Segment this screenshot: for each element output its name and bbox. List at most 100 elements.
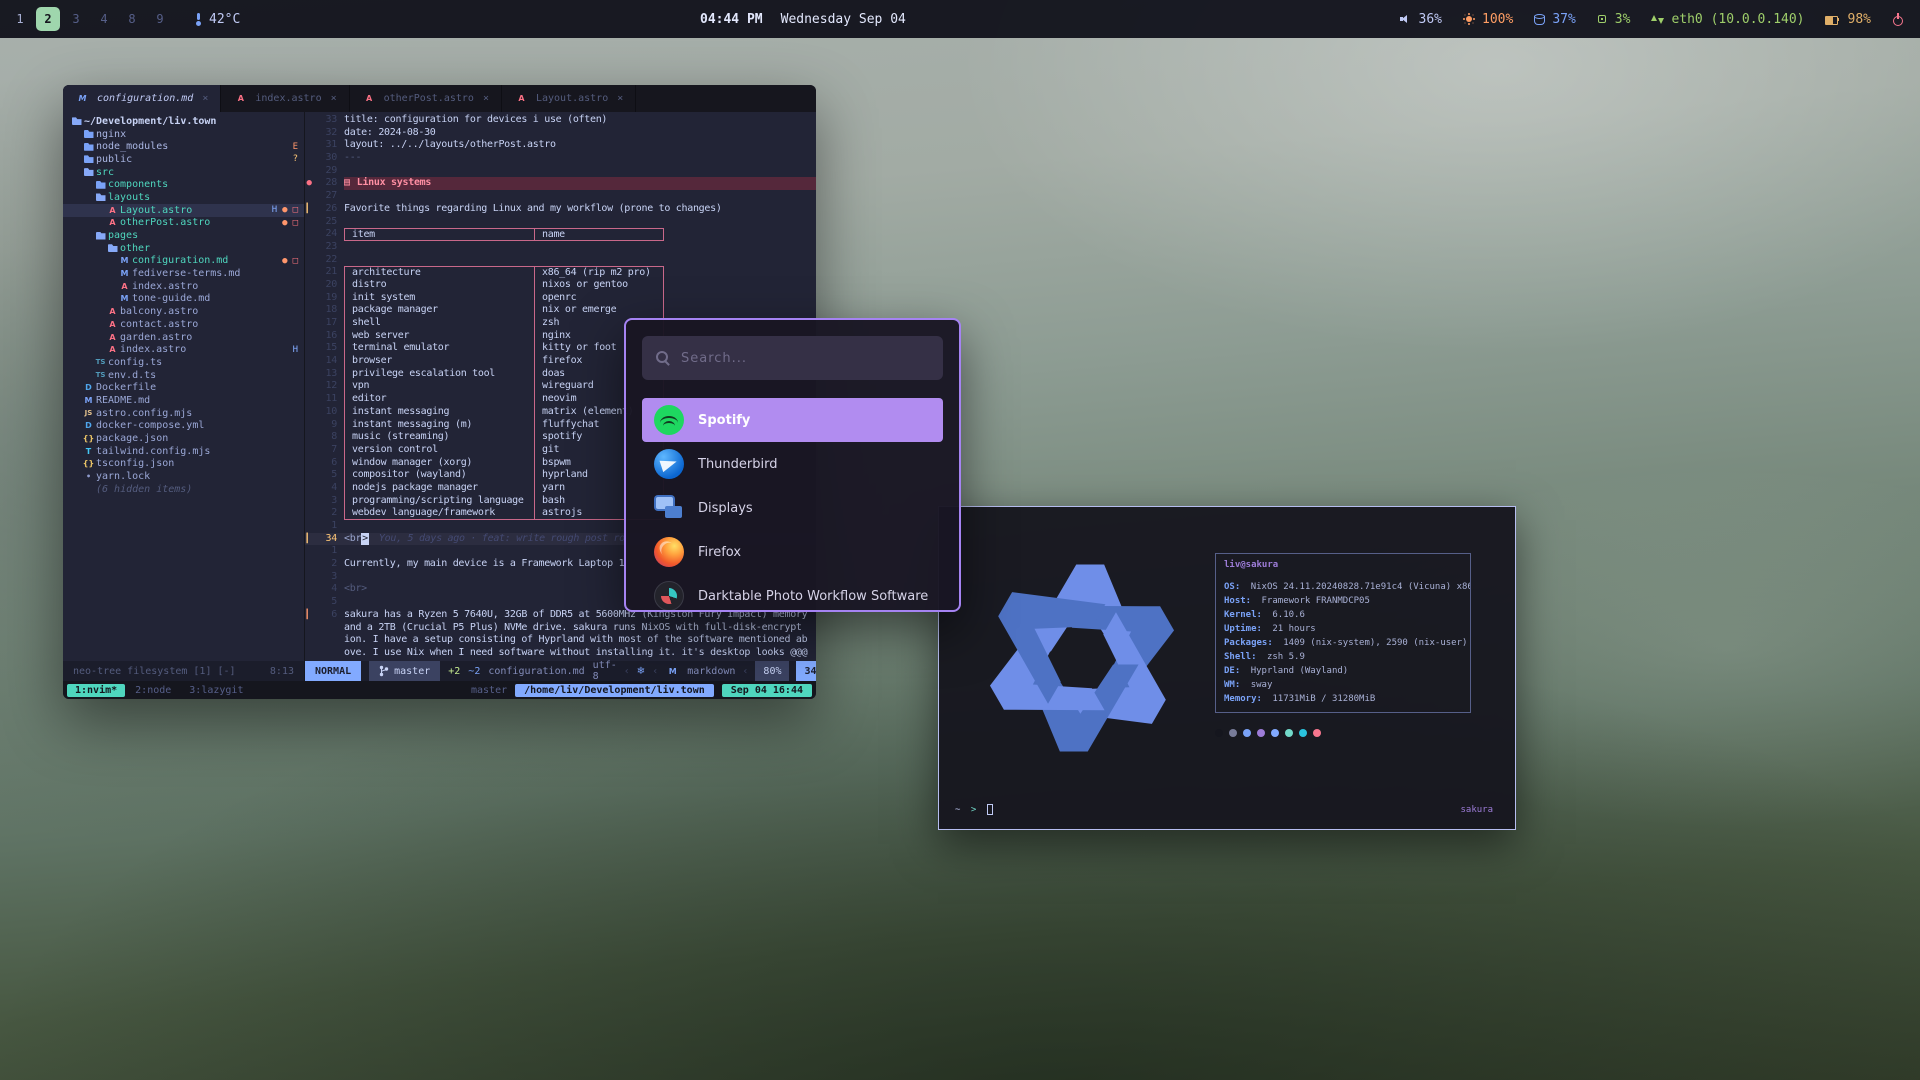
tree-item[interactable]: otherPost.astro ●□ (63, 217, 304, 230)
table-cell: item (344, 228, 534, 241)
tab-close-icon[interactable]: × (483, 93, 489, 104)
tree-item[interactable]: ~/Development/liv.town (63, 115, 304, 128)
table-cell: window manager (xorg) (344, 457, 534, 470)
palette-dot (1313, 729, 1321, 737)
folder-open-icon (93, 229, 108, 242)
ts-icon (93, 356, 108, 369)
tab-close-icon[interactable]: × (331, 93, 337, 104)
tree-item[interactable]: tsconfig.json (63, 458, 304, 471)
tree-item[interactable]: config.ts (63, 356, 304, 369)
app-label: Firefox (698, 545, 741, 560)
search-input[interactable] (681, 351, 929, 366)
tree-item[interactable]: Dockerfile (63, 381, 304, 394)
tree-item[interactable]: docker-compose.yml (63, 420, 304, 433)
table-cell: nixos or gentoo (534, 279, 664, 292)
line-number (313, 647, 337, 660)
editor-tab[interactable]: configuration.md × (63, 85, 221, 112)
launcher-item[interactable]: Displays (642, 486, 943, 530)
bar-module[interactable]: 36% (1399, 12, 1442, 27)
neo-tree-statusline: neo-tree filesystem [1] [-] 8:13 (63, 661, 305, 681)
tree-item[interactable]: pages (63, 229, 304, 242)
tree-item-label: (6 hidden items) (96, 484, 192, 495)
tree-item-label: Layout.astro (120, 205, 192, 216)
line-number: 9 (313, 419, 337, 432)
workspace-button[interactable]: 2 (36, 7, 60, 31)
tree-item[interactable]: components (63, 178, 304, 191)
tree-item[interactable]: contact.astro (63, 318, 304, 331)
tree-item[interactable]: index.astro (63, 280, 304, 293)
tree-item[interactable]: env.d.ts (63, 369, 304, 382)
tree-item[interactable]: astro.config.mjs (63, 407, 304, 420)
workspace-button[interactable]: 3 (64, 7, 88, 31)
tree-item[interactable]: index.astro H (63, 343, 304, 356)
launcher-item[interactable]: Darktable Photo Workflow Software (642, 574, 943, 612)
editor-tab[interactable]: Layout.astro × (502, 85, 636, 112)
tree-item[interactable]: garden.astro (63, 331, 304, 344)
tree-item[interactable]: (6 hidden items) (63, 483, 304, 496)
shell-prompt[interactable]: ~ > (955, 804, 993, 815)
tree-item[interactable]: tone-guide.md (63, 293, 304, 306)
workspace-button[interactable]: 1 (8, 7, 32, 31)
workspace-button[interactable]: 9 (148, 7, 172, 31)
launcher-item[interactable]: Firefox (642, 530, 943, 574)
tree-item[interactable]: tailwind.config.mjs (63, 445, 304, 458)
tree-item[interactable]: public ? (63, 153, 304, 166)
editor-tab[interactable]: index.astro × (221, 85, 349, 112)
tree-item[interactable]: nginx (63, 128, 304, 141)
bar-module[interactable]: 37% (1533, 12, 1575, 27)
gutter-sign (305, 177, 313, 190)
docker-icon (81, 381, 96, 394)
launcher-item[interactable]: Spotify (642, 398, 943, 442)
workspace-button[interactable]: 8 (120, 7, 144, 31)
gutter-sign (305, 457, 313, 470)
tmux-window[interactable]: 1:nvim* (67, 684, 125, 697)
launcher-item[interactable]: Thunderbird (642, 442, 943, 486)
markdown-icon (665, 665, 680, 678)
buffer-line: 24 item name (305, 228, 816, 241)
bar-module[interactable]: 3% (1596, 12, 1631, 27)
bar-module[interactable] (1891, 13, 1904, 26)
lock-icon (81, 470, 96, 483)
tmux-working-directory: /home/liv/Development/liv.town (515, 684, 714, 697)
gutter-sign (305, 304, 313, 317)
network-icon (1650, 13, 1664, 26)
file-encoding: utf-8 (593, 660, 617, 682)
line-number: 29 (313, 165, 337, 178)
tree-item[interactable]: layouts (63, 191, 304, 204)
table-cell: instant messaging (344, 406, 534, 419)
tab-close-icon[interactable]: × (617, 93, 623, 104)
gutter-sign (305, 507, 313, 520)
workspace-button[interactable]: 4 (92, 7, 116, 31)
tree-item[interactable]: yarn.lock (63, 470, 304, 483)
palette-dot (1299, 729, 1307, 737)
editor-tab[interactable]: otherPost.astro × (350, 85, 502, 112)
fetch-info-box: liv@sakura OS: NixOS 24.11.20240828.71e9… (1215, 553, 1471, 713)
bar-module[interactable]: 100% (1462, 12, 1513, 27)
tree-item[interactable]: README.md (63, 394, 304, 407)
fetch-terminal[interactable]: liv@sakura OS: NixOS 24.11.20240828.71e9… (938, 506, 1516, 830)
tree-item[interactable]: other (63, 242, 304, 255)
gutter-sign (305, 152, 313, 165)
search-box[interactable] (642, 336, 943, 380)
gutter-sign (305, 216, 313, 229)
tmux-window[interactable]: 2:node (127, 684, 179, 697)
tree-item[interactable]: node_modules E (63, 140, 304, 153)
line-number: 24 (313, 228, 337, 241)
tree-item[interactable]: src (63, 166, 304, 179)
tab-close-icon[interactable]: × (202, 93, 208, 104)
ts-icon (93, 369, 108, 382)
bar-module[interactable]: 98% (1825, 12, 1871, 27)
tree-item[interactable]: balcony.astro (63, 305, 304, 318)
fetch-value: sway (1251, 680, 1273, 690)
tree-item[interactable]: Layout.astro H●□ (63, 204, 304, 217)
tree-item[interactable]: package.json (63, 432, 304, 445)
tree-item[interactable]: fediverse-terms.md (63, 267, 304, 280)
buffer-line: 31 layout: ../../layouts/otherPost.astro (305, 139, 816, 152)
tree-item[interactable]: configuration.md ●□ (63, 255, 304, 268)
buffer-line: 20 distro nixos or gentoo (305, 279, 816, 292)
bar-module[interactable]: eth0 (10.0.0.140) (1650, 12, 1804, 27)
buffer-line: 25 (305, 216, 816, 229)
tree-item-label: tone-guide.md (132, 293, 210, 304)
tmux-window[interactable]: 3:lazygit (181, 684, 251, 697)
fetch-info-line: Memory: 11731MiB / 31280MiB (1224, 692, 1462, 706)
